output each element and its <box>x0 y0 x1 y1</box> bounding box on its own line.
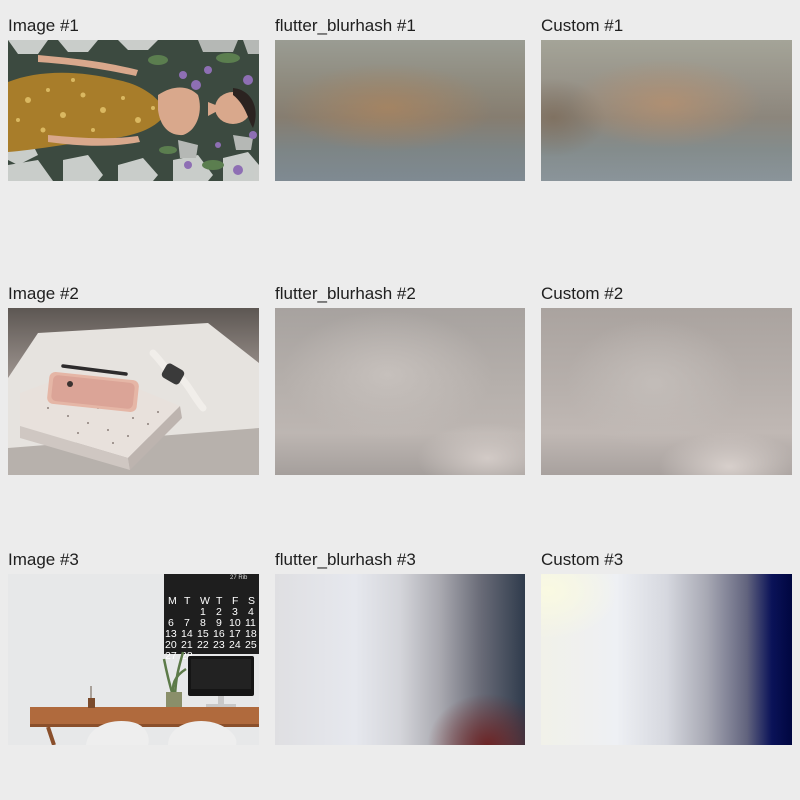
image-3: 27 Rib M T W T F S 1 2 3 4 6 7 8 9 10 11 13 14 15 16 17 18 20 2… <box>8 574 259 745</box>
image-cell-3: Image #3 27 Rib M T W T F S 1 2 3 4 6 7 8 9 10 11 13 14 15… <box>8 548 260 745</box>
calendar-day: 24 <box>229 639 241 651</box>
custom-cell-2: Custom #2 <box>541 282 793 475</box>
flutter-blurhash-preview-3 <box>275 574 525 745</box>
flutter-blurhash-label-2: flutter_blurhash #2 <box>275 284 416 303</box>
calendar-day: 23 <box>213 639 225 651</box>
flutter-blurhash-preview-1 <box>275 40 525 181</box>
image-1 <box>8 40 259 181</box>
image-label-2: Image #2 <box>8 284 79 303</box>
flutter-blurhash-cell-1: flutter_blurhash #1 <box>275 14 527 181</box>
custom-preview-1 <box>541 40 792 181</box>
image-label-1: Image #1 <box>8 16 79 35</box>
calendar-day: 22 <box>197 639 209 651</box>
calendar-weekday: M <box>168 595 177 607</box>
custom-cell-1: Custom #1 <box>541 14 793 181</box>
image-cell-1: Image #1 <box>8 14 260 181</box>
flutter-blurhash-label-1: flutter_blurhash #1 <box>275 16 416 35</box>
image-2 <box>8 308 259 475</box>
calendar-day: 27 <box>165 650 177 662</box>
calendar-weekday: T <box>184 595 191 607</box>
calendar-header: 27 Rib <box>230 575 248 581</box>
image-cell-2: Image #2 <box>8 282 260 475</box>
flutter-blurhash-label-3: flutter_blurhash #3 <box>275 550 416 569</box>
custom-label-3: Custom #3 <box>541 550 624 569</box>
custom-label-2: Custom #2 <box>541 284 624 303</box>
custom-preview-3 <box>541 574 792 745</box>
flutter-blurhash-cell-3: flutter_blurhash #3 <box>275 548 527 745</box>
custom-preview-2 <box>541 308 792 475</box>
custom-label-1: Custom #1 <box>541 16 624 35</box>
calendar-day: 25 <box>245 639 257 651</box>
flutter-blurhash-preview-2 <box>275 308 525 475</box>
flutter-blurhash-cell-2: flutter_blurhash #2 <box>275 282 527 475</box>
image-label-3: Image #3 <box>8 550 79 569</box>
comparison-grid: Image #1 flutter_blurhash #1 Custom #1 I… <box>0 0 800 800</box>
custom-cell-3: Custom #3 <box>541 548 793 745</box>
